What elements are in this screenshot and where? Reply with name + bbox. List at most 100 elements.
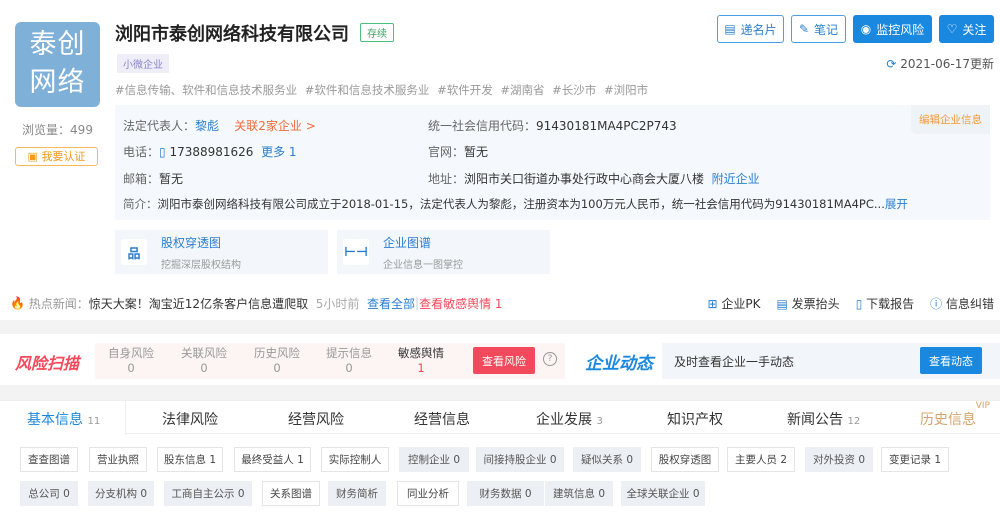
tab-development[interactable]: 企业发展 3	[536, 409, 603, 429]
more-phones-link[interactable]: 更多 1	[261, 145, 296, 159]
section-chip[interactable]: 总公司 0	[20, 481, 78, 506]
tab-history[interactable]: 历史信息 VIP	[920, 401, 990, 429]
status-badge: 存续	[360, 23, 394, 42]
main-tabs: 基本信息 11 法律风险 经营风险 经营信息 企业发展 3 知识产权 新闻公告 …	[0, 400, 1000, 435]
label: 简介：	[123, 197, 158, 211]
section-chip[interactable]: 建筑信息 0	[545, 481, 613, 506]
value: 0	[345, 361, 353, 375]
risk-item[interactable]: 自身风险 0	[101, 346, 161, 376]
risk-item[interactable]: 提示信息 0	[319, 346, 379, 376]
edit-info-button[interactable]: 编辑企业信息	[911, 105, 990, 134]
industry-tags[interactable]: #信息传输、软件和信息技术服务业 #软件和信息技术服务业 #软件开发 #湖南省 …	[115, 82, 648, 98]
label: 企业PK	[721, 296, 761, 311]
section-chip[interactable]: 控制企业 0	[399, 447, 469, 472]
dynamics-panel: 及时查看企业一手动态 查看动态	[662, 343, 1000, 379]
section-chip[interactable]: 股东信息 1	[157, 447, 223, 472]
certify-button[interactable]: ▣ 我要认证	[15, 147, 98, 166]
company-pk-button[interactable]: ⊞ 企业PK	[708, 295, 761, 312]
update-time: ⟳ 2021-06-17更新	[886, 55, 994, 72]
value: 0	[200, 361, 208, 375]
pk-icon: ⊞	[707, 296, 718, 311]
company-graph-card[interactable]: ⊢⊣ 企业图谱 企业信息一图掌控	[337, 230, 550, 274]
sensitive-news-link[interactable]: 查看敏感舆情 1	[419, 295, 502, 312]
card-icon: ▤	[724, 22, 736, 36]
download-report-button[interactable]: ▯ 下载报告	[856, 295, 914, 312]
company-dynamics-logo: 企业动态	[585, 354, 653, 374]
card-subtitle: 企业信息一图掌控	[383, 259, 463, 271]
divider	[0, 385, 1000, 400]
note-button[interactable]: ✎ 笔记	[791, 15, 846, 43]
invoice-icon: ▤	[776, 296, 788, 311]
risk-item[interactable]: 历史风险 0	[247, 346, 307, 376]
related-companies-link[interactable]: 关联2家企业 >	[234, 119, 316, 133]
section-chip[interactable]: 主要人员 2	[727, 447, 795, 472]
label: 官网：	[428, 145, 465, 159]
nearby-companies-link[interactable]: 附近企业	[712, 172, 760, 186]
company-name: 浏阳市泰创网络科技有限公司	[115, 24, 349, 45]
label: 新闻公告	[787, 412, 843, 428]
section-chip[interactable]: 查查图谱	[20, 447, 78, 472]
section-chip[interactable]: 间接持股企业 0	[476, 447, 564, 472]
credit-code: 91430181MA4PC2P743	[536, 119, 677, 133]
risk-item[interactable]: 关联风险 0	[174, 346, 234, 376]
section-chip[interactable]: 变更记录 1	[881, 447, 949, 472]
news-label: 热点新闻：	[28, 296, 89, 311]
help-icon[interactable]: ?	[543, 352, 557, 366]
tab-operating-risk[interactable]: 经营风险	[288, 409, 344, 429]
company-logo: 泰创 网络	[15, 22, 100, 107]
section-chip[interactable]: 财务简析	[328, 481, 386, 506]
section-chip[interactable]: 疑似关系 0	[573, 447, 641, 472]
phone: 17388981626	[169, 145, 254, 159]
label: 邮箱：	[123, 172, 160, 186]
count: 11	[87, 416, 101, 427]
value: 0	[127, 361, 135, 375]
section-chip[interactable]: 关系图谱	[262, 481, 320, 506]
view-all-link[interactable]: 查看全部	[367, 295, 415, 312]
tab-operating-info[interactable]: 经营信息	[414, 409, 470, 429]
edit-icon: ✎	[798, 22, 810, 36]
count: 3	[596, 416, 603, 427]
section-chip[interactable]: 分支机构 0	[88, 481, 154, 506]
tab-ip[interactable]: 知识产权	[667, 409, 723, 429]
section-chip[interactable]: 对外投资 0	[805, 447, 873, 472]
follow-button[interactable]: ♡ 关注	[939, 15, 994, 43]
refresh-icon[interactable]: ⟳	[886, 57, 896, 71]
invoice-button[interactable]: ▤ 发票抬头	[777, 295, 840, 312]
view-risk-button[interactable]: 查看风险	[473, 347, 535, 374]
divider	[0, 320, 1000, 334]
certify-label: 我要认证	[41, 150, 86, 163]
section-chip[interactable]: 同业分析	[397, 481, 459, 506]
section-chip[interactable]: 全球关联企业 0	[621, 481, 705, 506]
legal-rep-link[interactable]: 黎彪	[195, 119, 219, 133]
section-chip[interactable]: 工商自主公示 0	[164, 481, 252, 506]
value: 0	[273, 361, 281, 375]
section-chip[interactable]: 财务数据 0	[467, 481, 544, 506]
label: 基本信息	[27, 412, 83, 428]
graph-icon: ⊢⊣	[343, 239, 369, 265]
news-headline[interactable]: 惊天大案！淘宝近12亿条客户信息遭爬取	[89, 295, 308, 312]
label: 历史风险	[254, 346, 300, 360]
scale-tag: 小微企业	[117, 54, 169, 73]
expand-link[interactable]: 展开	[885, 197, 908, 211]
label: 信息纠错	[945, 296, 994, 311]
risk-item[interactable]: 敏感舆情 1	[391, 346, 451, 376]
risk-panel: 自身风险 0 关联风险 0 历史风险 0 提示信息 0 敏感舆情 1 查看风险 ?	[95, 343, 565, 379]
equity-chart-card[interactable]: 品股权穿透图 挖掘深层股权结构	[115, 230, 328, 274]
monitor-icon: ◉	[860, 22, 872, 36]
section-chip[interactable]: 营业执照	[89, 447, 147, 472]
section-chip[interactable]: 最终受益人 1	[234, 447, 311, 472]
view-count: 浏览量：499	[22, 123, 93, 137]
value: 1	[417, 361, 425, 375]
tab-legal-risk[interactable]: 法律风险	[162, 409, 218, 429]
label: 笔记	[814, 22, 839, 37]
section-chip[interactable]: 实际控制人	[321, 447, 389, 472]
tab-basic-info[interactable]: 基本信息 11	[27, 409, 100, 429]
business-card-button[interactable]: ▤ 递名片	[717, 15, 784, 43]
info-icon: ⓘ	[930, 296, 943, 311]
section-chip[interactable]: 股权穿透图	[651, 447, 719, 472]
card-title: 股权穿透图	[161, 235, 222, 250]
tab-news[interactable]: 新闻公告 12	[787, 409, 860, 429]
monitor-risk-button[interactable]: ◉ 监控风险	[853, 15, 932, 43]
correction-button[interactable]: ⓘ 信息纠错	[930, 295, 994, 312]
view-dynamics-button[interactable]: 查看动态	[920, 347, 982, 374]
